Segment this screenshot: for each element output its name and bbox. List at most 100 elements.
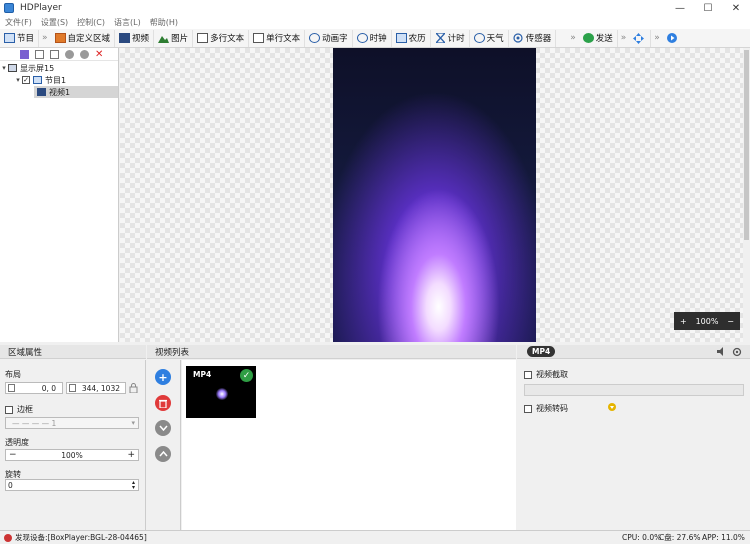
zoom-out-button[interactable]: − — [727, 317, 734, 326]
close-button[interactable]: ✕ — [722, 0, 750, 16]
download-tip-icon[interactable] — [608, 403, 616, 411]
main-toolbar: 节目 » 自定义区域 视频 图片 多行文本 单行文本 动画字 时钟 农历 计时 … — [0, 29, 750, 48]
toolbar-single-line-text-button[interactable]: 单行文本 — [249, 29, 306, 47]
zoom-level: 100% — [695, 316, 719, 326]
toolbar-video-label: 视频 — [132, 34, 150, 44]
video-transcode-box[interactable] — [524, 404, 532, 413]
menu-help[interactable]: 帮助(H) — [150, 17, 178, 28]
toolbar-video-button[interactable]: 视频 — [115, 29, 155, 47]
toolbar-sensor-button[interactable]: 传感器 — [509, 29, 557, 47]
app-usage: APP: 11.0% — [702, 533, 745, 542]
opacity-decrease-button[interactable]: − — [9, 450, 17, 460]
menu-language[interactable]: 语言(L) — [114, 17, 141, 28]
program-checkbox[interactable]: ✓ — [22, 76, 30, 84]
tree-program-label: 节目1 — [45, 75, 67, 85]
capture-range-bar[interactable] — [524, 384, 744, 396]
position-value: 0, 0 — [41, 383, 56, 393]
canvas-scrollbar[interactable] — [743, 48, 750, 342]
toolbar-more-send[interactable]: » — [621, 33, 627, 43]
video-list: MP4 ✓ — [182, 360, 516, 530]
preview-canvas[interactable]: + 100% − — [120, 48, 743, 342]
border-checkbox-box[interactable] — [5, 405, 13, 414]
video-transcode-checkbox[interactable]: 视频转码 — [524, 403, 568, 414]
toolbar-program-button[interactable]: 节目 — [0, 29, 40, 47]
collapse-toggle-icon[interactable]: ▾ — [0, 64, 8, 72]
add-video-button[interactable]: + — [155, 369, 171, 385]
maximize-button[interactable]: ☐ — [694, 0, 722, 16]
toolbar-clock-button[interactable]: 时钟 — [353, 29, 392, 47]
minimize-button[interactable]: — — [666, 0, 694, 16]
toolbar-more-end[interactable]: » — [654, 33, 660, 43]
video-icon — [119, 33, 131, 43]
layout-label: 布局 — [5, 370, 21, 379]
video-preview[interactable] — [333, 48, 536, 342]
custom-area-icon — [54, 33, 66, 43]
position-input[interactable]: 0, 0 — [5, 382, 63, 394]
toolbar-animated-text-button[interactable]: 动画字 — [305, 29, 353, 47]
thumbnail-format-label: MP4 — [193, 370, 212, 379]
toolbar-custom-area-button[interactable]: 自定义区域 — [51, 29, 116, 47]
volume-icon[interactable] — [717, 347, 726, 356]
toolbar-more-right[interactable]: » — [570, 33, 576, 43]
paste-icon[interactable] — [50, 49, 59, 59]
toolbar-multiline-text-button[interactable]: 多行文本 — [193, 29, 250, 47]
title-bar: HDPlayer — ☐ ✕ — [0, 0, 750, 16]
rotation-input[interactable]: 0 ▴ ▾ — [5, 479, 139, 491]
play-button[interactable] — [663, 30, 684, 47]
opacity-value: 100% — [61, 450, 83, 460]
border-checkbox[interactable]: 边框 — [5, 404, 33, 415]
menu-control[interactable]: 控制(C) — [77, 17, 105, 28]
menu-settings[interactable]: 设置(S) — [41, 17, 68, 28]
size-input[interactable]: 344, 1032 — [66, 382, 126, 394]
move-tool-button[interactable] — [629, 29, 652, 47]
picture-icon — [158, 33, 170, 43]
video-capture-box[interactable] — [524, 370, 532, 379]
size-icon — [69, 384, 76, 392]
menu-bar: 文件(F) 设置(S) 控制(C) 语言(L) 帮助(H) — [0, 16, 750, 29]
move-down-icon[interactable] — [80, 49, 89, 59]
tree-node-program[interactable]: ▾ ✓ 节目1 — [0, 74, 118, 86]
play-icon — [667, 33, 678, 43]
toolbar-picture-button[interactable]: 图片 — [154, 29, 194, 47]
toolbar-weather-button[interactable]: 天气 — [470, 29, 509, 47]
video-capture-label: 视频截取 — [536, 370, 568, 379]
video-capture-checkbox[interactable]: 视频截取 — [524, 369, 568, 380]
timer-icon — [435, 33, 446, 43]
settings-icon[interactable] — [732, 347, 742, 357]
video-icon — [37, 88, 46, 96]
toolbar-lunar-calendar-button[interactable]: 农历 — [392, 29, 431, 47]
collapse-toggle-icon[interactable]: ▾ — [14, 76, 22, 84]
opacity-stepper[interactable]: − 100% + — [5, 449, 139, 461]
lock-icon[interactable] — [129, 383, 138, 394]
move-video-up-button[interactable] — [155, 446, 171, 462]
toolbar-program-label: 节目 — [17, 34, 35, 44]
position-icon — [8, 384, 15, 392]
tree-node-screen[interactable]: ▾ 显示屏15 — [0, 62, 118, 74]
tree-screen-label: 显示屏15 — [20, 63, 55, 73]
zoom-in-button[interactable]: + — [680, 317, 687, 326]
delete-icon[interactable]: ✕ — [95, 49, 103, 59]
select-all-icon[interactable] — [20, 49, 29, 59]
video-list-header: 视频列表 — [147, 345, 516, 359]
check-icon: ✓ — [240, 369, 253, 382]
send-button[interactable]: 发送 — [579, 29, 618, 47]
send-label: 发送 — [595, 34, 613, 44]
device-status-icon — [4, 533, 12, 542]
opacity-increase-button[interactable]: + — [127, 450, 135, 460]
tree-node-video[interactable]: 视频1 — [34, 86, 118, 98]
media-options-panel: 视频截取 视频转码 — [517, 360, 750, 530]
status-bar: 发现设备:[BoxPlayer:BGL-28-04465] CPU: 0.0% … — [0, 530, 750, 544]
menu-file[interactable]: 文件(F) — [5, 17, 32, 28]
move-up-icon[interactable] — [65, 49, 74, 59]
video-thumbnail[interactable]: MP4 ✓ — [186, 366, 256, 418]
rotation-spin-icon[interactable]: ▴ ▾ — [132, 480, 135, 491]
delete-video-button[interactable] — [155, 395, 171, 411]
program-icon — [33, 76, 42, 84]
copy-icon[interactable] — [35, 49, 44, 59]
move-video-down-button[interactable] — [155, 420, 171, 436]
border-style-select[interactable]: — — — — 1 ▾ — [5, 417, 139, 429]
toolbar-timer-button[interactable]: 计时 — [431, 29, 470, 47]
toolbar-more-left[interactable]: » — [42, 33, 48, 43]
area-properties-header: 区域属性 — [0, 345, 146, 359]
scrollbar-thumb[interactable] — [744, 50, 749, 240]
